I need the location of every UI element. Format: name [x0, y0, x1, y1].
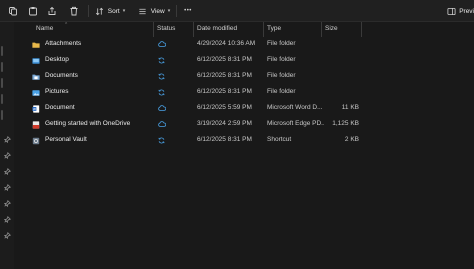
file-name-cell[interactable]: Getting started with OneDrive	[32, 116, 154, 132]
date-modified-cell: 4/29/2024 10:36 AM	[197, 40, 256, 47]
pin-icon[interactable]	[3, 232, 11, 240]
delete-icon[interactable]	[67, 3, 81, 19]
size-cell: 1,125 KB	[332, 120, 359, 127]
view-icon	[139, 8, 146, 14]
type-cell: Shortcut	[267, 136, 292, 143]
cloud-only-status-icon	[157, 116, 166, 132]
word-icon: W	[32, 104, 40, 113]
file-row[interactable]: Attachments 4/29/2024 10:36 AM File folder	[26, 36, 474, 52]
paste-icon[interactable]	[26, 3, 40, 19]
size-cell	[324, 84, 359, 100]
sort-icon	[95, 7, 103, 15]
size-cell: 11 KB	[341, 104, 359, 111]
sort-button[interactable]: Sort ▾	[94, 3, 126, 19]
sync-status-icon	[157, 52, 166, 68]
sort-label: Sort	[107, 7, 120, 15]
column-header-date-modified[interactable]: Date modified	[193, 22, 263, 37]
pdf-icon	[32, 120, 40, 129]
file-name: Document	[45, 104, 75, 111]
file-name-cell[interactable]: Documents	[32, 68, 154, 84]
preview-label: Previ	[459, 7, 474, 15]
date-modified-cell: 6/12/2025 8:31 PM	[197, 72, 252, 79]
more-icon[interactable]: •••	[181, 3, 195, 19]
toolbar-separator	[88, 5, 89, 17]
file-row[interactable]: Pictures 6/12/2025 8:31 PM File folder	[26, 84, 474, 100]
file-name-cell[interactable]: Desktop	[32, 52, 154, 68]
file-row[interactable]: Getting started with OneDrive 3/19/2024 2…	[26, 116, 474, 132]
pin-icon[interactable]	[3, 184, 11, 192]
column-header-size[interactable]: Size	[321, 22, 361, 37]
file-name: Personal Vault	[45, 136, 87, 143]
column-divider[interactable]	[361, 22, 362, 37]
documents-icon	[32, 72, 40, 80]
nav-scroll-indicator	[1, 78, 3, 88]
share-icon[interactable]	[45, 3, 59, 19]
sync-status-icon	[157, 68, 166, 84]
sync-status-icon	[157, 84, 166, 100]
type-cell: Microsoft Word D...	[267, 104, 323, 111]
toolbar-separator	[176, 5, 177, 17]
pin-icon[interactable]	[3, 136, 11, 144]
size-cell	[324, 36, 359, 52]
date-modified-cell: 6/12/2025 5:59 PM	[197, 104, 252, 111]
cloud-only-status-icon	[157, 36, 166, 52]
command-bar: Sort ▾ View ▾ ••• Previ	[0, 0, 474, 22]
file-name: Documents	[45, 72, 78, 79]
file-name-cell[interactable]: Personal Vault	[32, 132, 154, 148]
file-row[interactable]: Documents 6/12/2025 8:31 PM File folder	[26, 68, 474, 84]
type-cell: File folder	[267, 56, 296, 63]
nav-scroll-indicator	[1, 110, 3, 120]
type-cell: File folder	[267, 72, 296, 79]
desktop-icon	[32, 56, 40, 64]
file-row[interactable]: Desktop 6/12/2025 8:31 PM File folder	[26, 52, 474, 68]
column-header-name[interactable]: Name	[32, 22, 152, 37]
pin-icon[interactable]	[3, 152, 11, 160]
file-name: Getting started with OneDrive	[45, 120, 131, 127]
svg-text:W: W	[33, 107, 36, 111]
folder-icon	[32, 40, 40, 48]
cloud-only-status-icon	[157, 100, 166, 116]
date-modified-cell: 6/12/2025 8:31 PM	[197, 136, 252, 143]
pin-icon[interactable]	[3, 168, 11, 176]
pin-icon[interactable]	[3, 216, 11, 224]
file-name: Attachments	[45, 40, 82, 47]
column-header-status[interactable]: Status	[153, 22, 193, 37]
type-cell: Microsoft Edge PD...	[267, 120, 324, 127]
file-row[interactable]: Personal Vault 6/12/2025 8:31 PM Shortcut 2…	[26, 132, 474, 148]
nav-scroll-indicator	[1, 94, 3, 104]
file-name-cell[interactable]: W Document	[32, 100, 154, 116]
pin-icon[interactable]	[3, 200, 11, 208]
column-header-row: Name Status Date modified Type Size	[26, 22, 474, 37]
file-row[interactable]: W Document 6/12/2025 5:59 PM Microsoft Word…	[26, 100, 474, 116]
date-modified-cell: 3/19/2024 2:59 PM	[197, 120, 252, 127]
navigation-pane	[0, 22, 14, 269]
file-name-cell[interactable]: Attachments	[32, 36, 154, 52]
size-cell	[324, 68, 359, 84]
date-modified-cell: 6/12/2025 8:31 PM	[197, 56, 252, 63]
type-cell: File folder	[267, 40, 296, 47]
pictures-icon	[32, 88, 40, 96]
chevron-down-icon: ▾	[122, 8, 126, 14]
preview-pane-icon	[447, 7, 456, 15]
view-button[interactable]: View ▾	[137, 3, 171, 19]
file-name: Desktop	[45, 56, 69, 63]
preview-pane-button[interactable]: Previ	[447, 3, 474, 19]
nav-scroll-indicator	[1, 62, 3, 72]
size-cell	[324, 52, 359, 68]
copy-icon[interactable]	[6, 3, 20, 19]
nav-scroll-indicator	[1, 46, 3, 56]
vault-icon	[32, 136, 40, 145]
file-name: Pictures	[45, 88, 69, 95]
column-header-type[interactable]: Type	[263, 22, 321, 37]
size-cell: 2 KB	[344, 136, 359, 143]
type-cell: File folder	[267, 88, 296, 95]
view-label: View	[150, 7, 165, 15]
date-modified-cell: 6/12/2025 8:31 PM	[197, 88, 252, 95]
file-name-cell[interactable]: Pictures	[32, 84, 154, 100]
sync-status-icon	[157, 132, 166, 148]
chevron-down-icon: ▾	[167, 8, 171, 14]
